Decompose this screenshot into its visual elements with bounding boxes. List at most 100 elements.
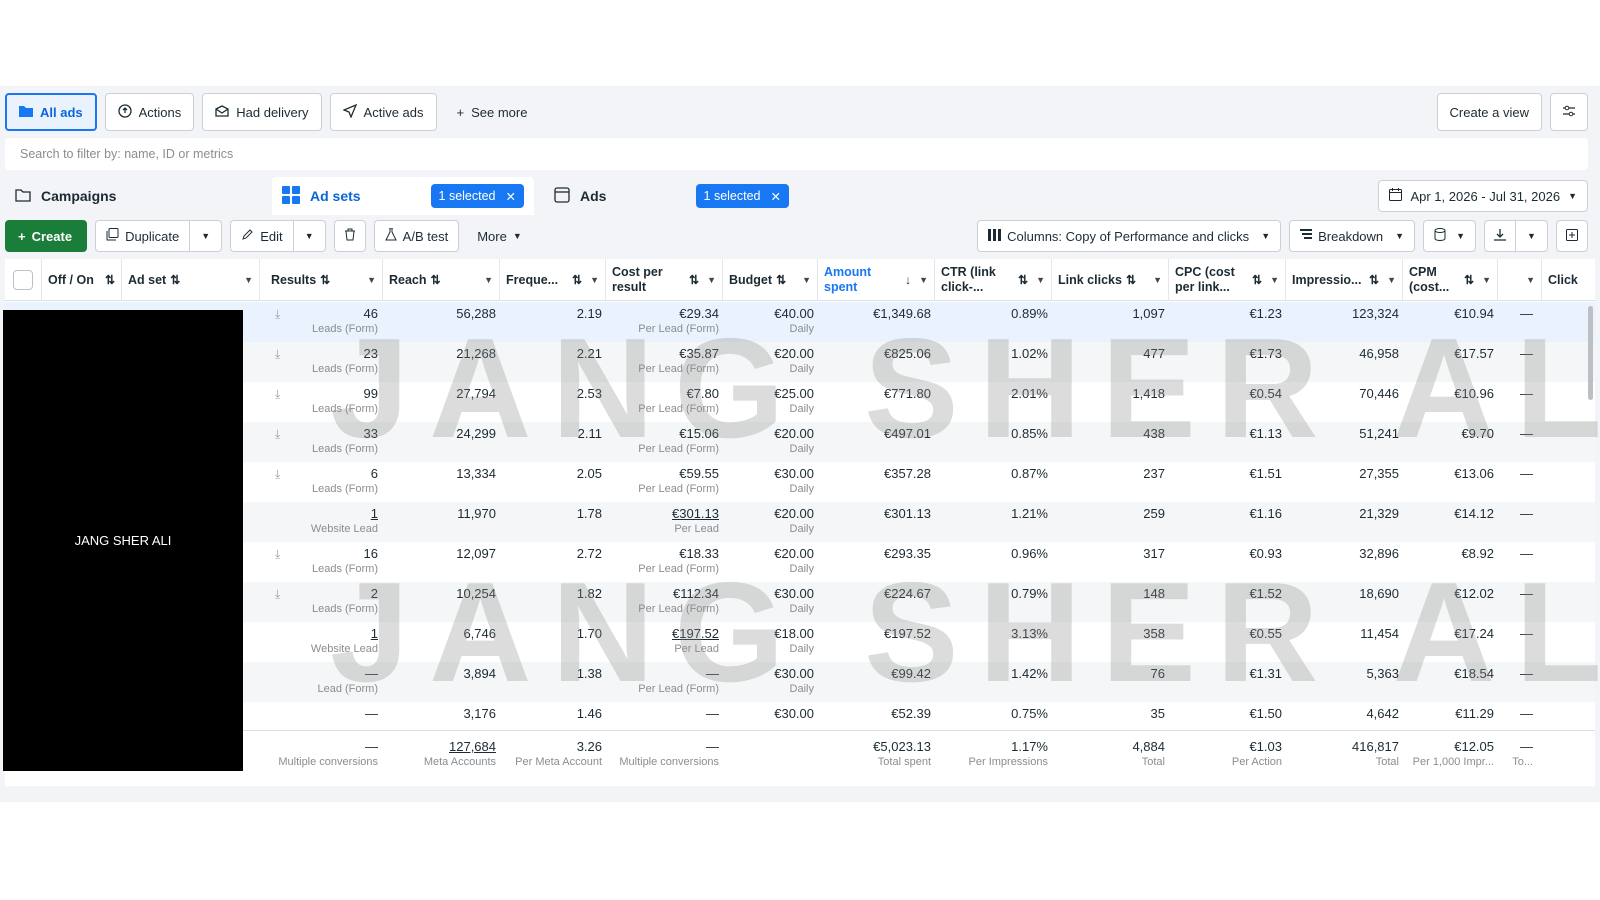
table-row[interactable]: ⤓ 2 Leads (Form) 10,254 1.82 €112.34 Per Lead … — [5, 582, 1595, 622]
sort-down-icon[interactable]: ↓ — [905, 273, 911, 288]
export-dropdown[interactable]: ▼ — [1516, 220, 1548, 252]
tab-ad-sets[interactable]: Ad sets 1 selected ✕ — [272, 177, 534, 215]
create-view-button[interactable]: Create a view — [1436, 93, 1542, 131]
col-frequency[interactable]: Freque... ⇅ ▼ — [500, 259, 606, 301]
download-icon[interactable]: ⤓ — [275, 347, 280, 362]
download-icon[interactable]: ⤓ — [275, 427, 280, 442]
col-link-clicks[interactable]: Link clicks ⇅ ▼ — [1052, 259, 1169, 301]
table-row[interactable]: 1 Website Lead 6,746 1.70 €197.52 Per Lead €18… — [5, 622, 1595, 662]
caret-down-icon[interactable]: ▼ — [590, 273, 599, 288]
caret-down-icon[interactable]: ▼ — [1036, 273, 1045, 288]
select-all-checkbox[interactable] — [13, 270, 33, 290]
col-cpc[interactable]: CPC (cost per link... ⇅ ▼ — [1169, 259, 1286, 301]
col-impressions[interactable]: Impressio... ⇅ ▼ — [1286, 259, 1403, 301]
edit-button[interactable]: Edit — [230, 220, 294, 252]
sort-icon[interactable]: ⇅ — [1369, 273, 1379, 288]
expand-button[interactable] — [1556, 220, 1588, 252]
sort-icon[interactable]: ⇅ — [1126, 273, 1136, 288]
caret-down-icon[interactable]: ▼ — [1482, 273, 1491, 288]
caret-down-icon[interactable]: ▼ — [367, 273, 376, 288]
duplicate-dropdown[interactable]: ▼ — [190, 220, 223, 252]
edit-dropdown[interactable]: ▼ — [293, 220, 326, 252]
caret-down-icon[interactable]: ▼ — [919, 273, 928, 288]
view-had-delivery[interactable]: Had delivery — [202, 93, 322, 131]
table-row[interactable]: ⤓ 16 Leads (Form) 12,097 2.72 €18.33 Per Lead … — [5, 542, 1595, 582]
caret-down-icon[interactable]: ▼ — [484, 273, 493, 288]
search-input[interactable]: Search to filter by: name, ID or metrics — [5, 138, 1588, 170]
sort-icon[interactable]: ⇅ — [105, 273, 115, 288]
table-row[interactable]: ⤓ 6 Leads (Form) 13,334 2.05 €59.55 Per Lead (… — [5, 462, 1595, 502]
caret-down-icon[interactable]: ▼ — [1526, 273, 1535, 288]
col-amount-spent[interactable]: Amount spent ↓ ▼ — [818, 259, 935, 301]
view-actions[interactable]: Actions — [104, 93, 195, 131]
cell-clicks: 237 — [1143, 466, 1165, 481]
total-reach-value[interactable]: 127,684 — [449, 739, 496, 754]
caret-down-icon[interactable]: ▼ — [1153, 273, 1162, 288]
total-extra: — To... — [1512, 739, 1533, 768]
sort-icon[interactable]: ⇅ — [320, 273, 330, 288]
breakdown-button[interactable]: Breakdown ▼ — [1289, 220, 1416, 252]
export-button[interactable] — [1484, 220, 1516, 252]
sort-icon[interactable]: ⇅ — [170, 273, 180, 288]
duplicate-button[interactable]: Duplicate — [95, 220, 191, 252]
sort-icon[interactable]: ⇅ — [572, 273, 582, 288]
create-label: Create — [31, 228, 73, 244]
sort-icon[interactable]: ⇅ — [689, 273, 699, 288]
sort-icon[interactable]: ⇅ — [1018, 273, 1028, 288]
col-budget[interactable]: Budget ⇅ ▼ — [723, 259, 818, 301]
view-all-ads[interactable]: All ads — [5, 93, 97, 131]
download-icon[interactable]: ⤓ — [275, 307, 280, 322]
sort-icon[interactable]: ⇅ — [1252, 273, 1262, 288]
caret-down-icon[interactable]: ▼ — [1270, 273, 1279, 288]
caret-down-icon[interactable]: ▼ — [244, 273, 253, 288]
tab-campaigns[interactable]: Campaigns — [5, 177, 270, 215]
col-cpm[interactable]: CPM (cost... ⇅ ▼ — [1403, 259, 1498, 301]
cell-cpm: €13.06 — [1454, 466, 1494, 481]
vertical-scrollbar[interactable] — [1588, 306, 1593, 400]
col-ad-set[interactable]: Ad set ⇅ ▼ — [122, 259, 260, 301]
tab-ads[interactable]: Ads 1 selected ✕ — [544, 177, 799, 215]
sort-icon[interactable]: ⇅ — [431, 273, 441, 288]
view-settings-button[interactable] — [1550, 93, 1588, 131]
close-icon[interactable]: ✕ — [771, 189, 781, 204]
cell-impr-value: 27,355 — [1359, 466, 1399, 481]
caret-down-icon[interactable]: ▼ — [1387, 273, 1396, 288]
table-row[interactable]: ⤓ 33 Leads (Form) 24,299 2.11 €15.06 Per Lead … — [5, 422, 1595, 462]
download-icon[interactable]: ⤓ — [275, 587, 280, 602]
tab-ad-sets-label: Ad sets — [310, 188, 361, 204]
cell-reach-value: 6,746 — [463, 626, 496, 641]
col-reach[interactable]: Reach ⇅ ▼ — [383, 259, 500, 301]
reports-button[interactable]: ▼ — [1423, 220, 1476, 252]
table-row[interactable]: ⤓ 23 Leads (Form) 21,268 2.21 €35.87 Per Lead … — [5, 342, 1595, 382]
download-icon[interactable]: ⤓ — [275, 467, 280, 482]
cell-dash-value: — — [1520, 466, 1533, 481]
table-row[interactable]: 1 Website Lead 11,970 1.78 €301.13 Per Lead €2… — [5, 502, 1595, 542]
ads-selected-pill[interactable]: 1 selected ✕ — [695, 184, 789, 208]
date-range-picker[interactable]: Apr 1, 2026 - Jul 31, 2026 ▼ — [1378, 180, 1588, 212]
ad-sets-selected-pill[interactable]: 1 selected ✕ — [430, 184, 524, 208]
see-more-button[interactable]: + See more — [445, 93, 540, 131]
col-cost-per-result[interactable]: Cost per result ⇅ ▼ — [606, 259, 723, 301]
caret-down-icon[interactable]: ▼ — [802, 273, 811, 288]
view-active-ads[interactable]: Active ads — [329, 93, 437, 131]
delete-button[interactable] — [333, 220, 366, 252]
caret-down-icon[interactable]: ▼ — [707, 273, 716, 288]
col-extra[interactable]: ▼ — [1498, 259, 1542, 301]
table-row[interactable]: — Lead (Form) 3,894 1.38 — Per Lead (Form) €30… — [5, 662, 1595, 702]
create-button[interactable]: + Create — [5, 220, 88, 252]
download-icon[interactable]: ⤓ — [275, 547, 280, 562]
columns-button[interactable]: Columns: Copy of Performance and clicks … — [977, 220, 1282, 252]
cell-cpc: €1.52 — [1249, 586, 1282, 601]
table-row[interactable]: ⤓ 99 Leads (Form) 27,794 2.53 €7.80 Per Lead (… — [5, 382, 1595, 422]
col-ctr[interactable]: CTR (link click-... ⇅ ▼ — [935, 259, 1052, 301]
col-clicks[interactable]: Click — [1542, 259, 1595, 301]
more-button[interactable]: More ▼ — [467, 220, 532, 252]
sort-icon[interactable]: ⇅ — [776, 273, 786, 288]
download-icon[interactable]: ⤓ — [275, 387, 280, 402]
table-row[interactable]: ⤓ 46 Leads (Form) 56,288 2.19 €29.34 Per Lead … — [5, 302, 1595, 342]
col-off-on[interactable]: Off / On ⇅ — [42, 259, 122, 301]
close-icon[interactable]: ✕ — [506, 189, 516, 204]
sort-icon[interactable]: ⇅ — [1464, 273, 1474, 288]
ab-test-button[interactable]: A/B test — [373, 220, 460, 252]
col-results[interactable]: Results ⇅ ▼ — [265, 259, 383, 301]
